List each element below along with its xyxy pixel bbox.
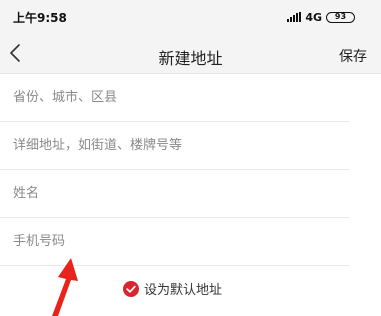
status-time: 上午9:58: [13, 11, 67, 25]
network-label: 4G: [305, 10, 322, 24]
page-title: 新建地址: [158, 49, 223, 68]
checkmark-circle-icon[interactable]: [123, 280, 139, 297]
detail-address-input[interactable]: [13, 122, 333, 169]
phone-input[interactable]: [13, 218, 333, 265]
status-bar: 上午9:58 4G 93: [0, 0, 381, 36]
detail-address-field-row: [0, 122, 350, 170]
save-button[interactable]: 保存: [339, 46, 367, 66]
signal-icon: [287, 12, 302, 22]
name-field-row: [0, 170, 350, 218]
region-input[interactable]: [13, 74, 333, 121]
battery-level: 93: [334, 12, 347, 21]
region-field-row: [0, 74, 350, 122]
address-form: [0, 74, 381, 266]
default-address-toggle[interactable]: 设为默认地址: [123, 279, 222, 298]
phone-field-row: [0, 218, 350, 266]
name-input[interactable]: [13, 170, 333, 217]
new-address-screen: 上午9:58 4G 93 新建地址 保存 省份、城市、区县 详细地址，如街道、楼…: [0, 0, 381, 316]
battery-icon: 93: [326, 11, 355, 23]
default-address-label: 设为默认地址: [144, 283, 223, 298]
nav-bar: 新建地址 保存: [0, 36, 381, 74]
status-indicators: 4G 93: [287, 10, 355, 24]
